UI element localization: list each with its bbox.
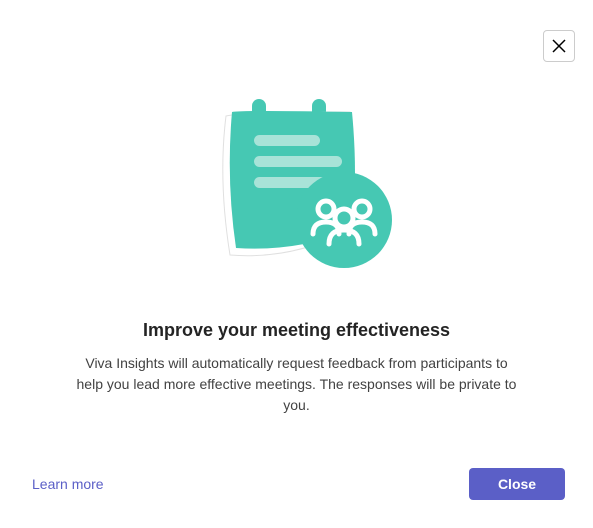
- learn-more-link[interactable]: Learn more: [32, 476, 104, 492]
- dialog-description: Viva Insights will automatically request…: [52, 353, 542, 416]
- meeting-calendar-illustration: [182, 80, 412, 280]
- dialog-footer: Learn more Close: [0, 468, 593, 500]
- close-button[interactable]: Close: [469, 468, 565, 500]
- dialog-title: Improve your meeting effectiveness: [143, 320, 450, 341]
- dialog-content: Improve your meeting effectiveness Viva …: [0, 0, 593, 416]
- close-icon: [552, 39, 566, 53]
- close-icon-button[interactable]: [543, 30, 575, 62]
